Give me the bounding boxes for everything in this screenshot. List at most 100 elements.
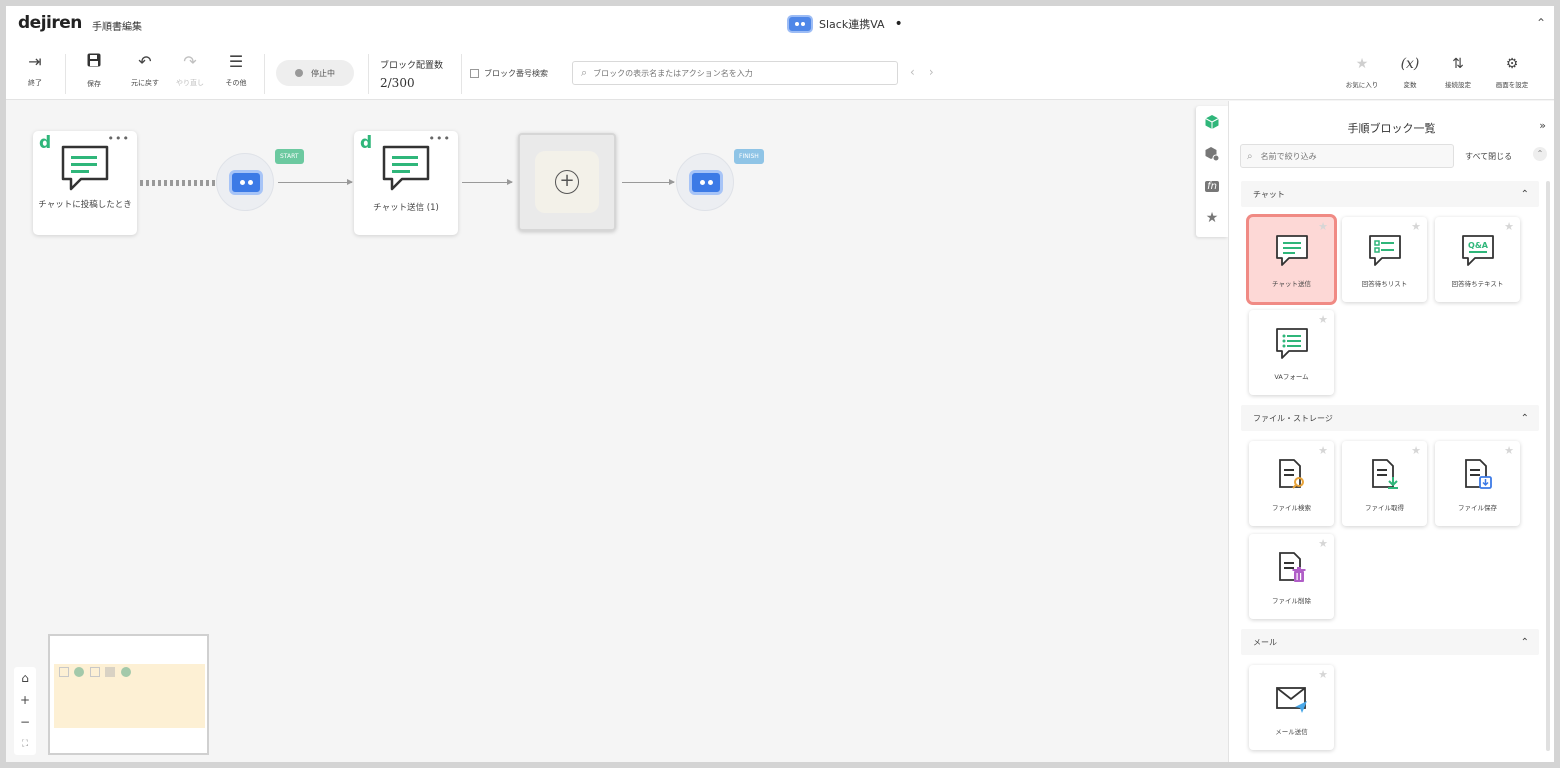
block-filter-input[interactable]	[1260, 151, 1441, 161]
finish-bot-node[interactable]	[676, 153, 734, 211]
start-tag: START	[275, 149, 304, 164]
block-tile-answer-text[interactable]: ★ Q&A 回答待ちテキスト	[1435, 217, 1520, 302]
checkbox[interactable]	[470, 69, 479, 78]
add-slot-inner: +	[535, 151, 599, 213]
star-icon[interactable]: ★	[1318, 444, 1328, 457]
chevron-up-icon: ⌃	[1520, 188, 1529, 200]
search-nav: ‹›	[910, 65, 948, 79]
bot-icon	[229, 170, 263, 195]
block-list-tab[interactable]	[1196, 106, 1228, 138]
node-settings-button[interactable]: ⇅ 接続設定	[1434, 56, 1482, 89]
zoom-out-icon[interactable]: −	[14, 711, 36, 733]
plus-circle-icon[interactable]: +	[555, 170, 579, 194]
block-number-search-label: ブロック番号検索	[484, 69, 548, 78]
finish-tag: FINISH	[734, 149, 764, 164]
block-tile-answer-list[interactable]: ★ 回答待ちリスト	[1342, 217, 1427, 302]
undo-label: 元に戻す	[131, 79, 159, 87]
function-tab[interactable]: fn	[1196, 170, 1228, 202]
category-header-mail[interactable]: メール ⌃	[1241, 629, 1539, 655]
close-all-button[interactable]: すべて閉じる	[1465, 151, 1512, 162]
star-icon[interactable]: ★	[1411, 444, 1421, 457]
double-chevron-up-icon[interactable]: ⌃	[1536, 16, 1546, 30]
other-menu-button[interactable]: ☰ その他	[216, 52, 256, 88]
chevron-up-icon[interactable]: ⌃	[1533, 147, 1547, 161]
fit-view-icon[interactable]: ⛶	[14, 733, 36, 755]
file-delete-icon	[1274, 550, 1310, 590]
star-icon[interactable]: ★	[1318, 313, 1328, 326]
block-search-input[interactable]	[593, 68, 884, 78]
prev-result-button[interactable]: ‹	[910, 65, 929, 79]
exit-button[interactable]: ⇥ 終了	[15, 52, 55, 88]
connector-arrow	[462, 179, 513, 185]
redo-icon: ↷	[183, 52, 197, 71]
star-icon[interactable]: ★	[1318, 220, 1328, 233]
screen-settings-button[interactable]: ⚙ 画面を設定	[1488, 56, 1536, 89]
svg-text:Q&A: Q&A	[1468, 241, 1489, 250]
home-icon[interactable]: ⌂	[14, 667, 36, 689]
run-status-toggle[interactable]: 停止中	[276, 60, 354, 86]
dejiren-badge-icon: d	[360, 133, 373, 153]
minimap[interactable]	[48, 634, 209, 755]
add-block-slot[interactable]: +	[518, 133, 616, 231]
star-icon[interactable]: ★	[1318, 537, 1328, 550]
bot-icon	[787, 15, 813, 33]
undo-button[interactable]: ↶ 元に戻す	[125, 52, 165, 88]
chat-qa-icon: Q&A	[1460, 233, 1496, 273]
block-count-value: 2/300	[380, 76, 415, 90]
screen-name: 手順書編集	[92, 22, 142, 33]
panel-scrollbar[interactable]	[1546, 181, 1550, 751]
redo-label: やり直し	[176, 79, 204, 87]
block-tile-va-form[interactable]: ★ VAフォーム	[1249, 310, 1334, 395]
exit-icon: ⇥	[28, 52, 42, 71]
category-list: チャット ⌃ ★ チャット送信 ★ 回答待ちリスト ★ Q&A 回答待ちテキスト…	[1241, 181, 1539, 760]
block-filter-field[interactable]: ⌕	[1240, 144, 1454, 168]
block-tile-file-search[interactable]: ★ ファイル検索	[1249, 441, 1334, 526]
chat-form-icon	[1274, 326, 1310, 366]
title-text: Slack連携VA	[819, 18, 885, 31]
flow-canvas[interactable]: d ••• チャットに投稿したとき START d ••• チャット送信 (1)…	[6, 101, 1196, 762]
app-header: dejiren 手順書編集 Slack連携VA • ⌃	[6, 6, 1554, 44]
star-icon[interactable]: ★	[1504, 220, 1514, 233]
block-tile-file-get[interactable]: ★ ファイル取得	[1342, 441, 1427, 526]
category-tiles-mail: ★ メール送信	[1241, 655, 1539, 760]
tile-label: 回答待ちリスト	[1361, 280, 1408, 288]
variables-button[interactable]: (x) 変数	[1386, 56, 1434, 89]
custom-block-tab[interactable]	[1196, 138, 1228, 170]
block-tile-file-delete[interactable]: ★ ファイル削除	[1249, 534, 1334, 619]
category-header-file-storage[interactable]: ファイル・ストレージ ⌃	[1241, 405, 1539, 431]
chat-send-block-card[interactable]: d ••• チャット送信 (1)	[354, 131, 458, 235]
category-name: メール	[1253, 637, 1277, 647]
screen-settings-label: 画面を設定	[1495, 81, 1529, 89]
start-bot-node[interactable]	[216, 153, 274, 211]
next-result-button[interactable]: ›	[929, 65, 948, 79]
block-tile-chat-send[interactable]: ★ チャット送信	[1249, 217, 1334, 302]
favorites-button[interactable]: ★ お気に入り	[1338, 56, 1386, 89]
redo-button[interactable]: ↷ やり直し	[170, 52, 210, 88]
star-icon[interactable]: ★	[1411, 220, 1421, 233]
star-icon[interactable]: ★	[1504, 444, 1514, 457]
star-icon[interactable]: ★	[1318, 668, 1328, 681]
block-tile-mail-send[interactable]: ★ メール送信	[1249, 665, 1334, 750]
search-icon: ⌕	[581, 66, 588, 79]
minimap-node	[105, 667, 115, 677]
exit-label: 終了	[28, 79, 42, 87]
zoom-in-icon[interactable]: +	[14, 689, 36, 711]
block-search-field[interactable]: ⌕	[572, 61, 898, 85]
tile-label: ファイル保存	[1458, 504, 1497, 512]
save-button[interactable]: 保存	[74, 52, 114, 89]
favorites-tab[interactable]: ★	[1196, 202, 1228, 234]
block-number-search-toggle[interactable]: ブロック番号検索	[470, 68, 548, 79]
save-label: 保存	[87, 80, 101, 88]
trigger-block-card[interactable]: d ••• チャットに投稿したとき	[33, 131, 137, 235]
block-list-panel: 手順ブロック一覧 » ⌕ すべて閉じる ⌃ チャット ⌃ ★ チャット送信	[1228, 101, 1554, 762]
block-count-label: ブロック配置数	[380, 61, 444, 71]
favorites-label: お気に入り	[1345, 81, 1379, 89]
settings-icon: ⚙	[1505, 56, 1519, 72]
tile-label: ファイル削除	[1272, 597, 1311, 605]
document-title: Slack連携VA •	[787, 15, 903, 33]
block-tile-file-save[interactable]: ★ ファイル保存	[1435, 441, 1520, 526]
toolbar: ⇥ 終了 保存 ↶ 元に戻す ↷ やり直し ☰ その他 停止中 ブロック配置数	[6, 44, 1554, 100]
expand-panel-icon[interactable]: »	[1539, 119, 1546, 132]
category-header-chat[interactable]: チャット ⌃	[1241, 181, 1539, 207]
panel-tab-strip: fn ★	[1196, 106, 1228, 237]
